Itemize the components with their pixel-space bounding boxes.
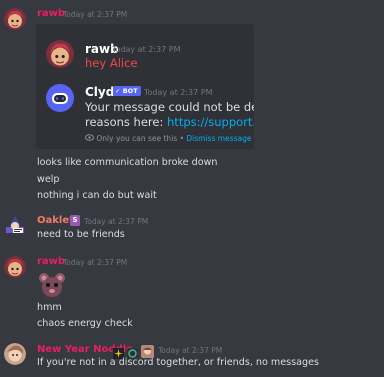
timestamp: Today at 2:37 PM <box>63 258 128 267</box>
ephemeral-notice: Only you can see this • Dismiss message <box>85 134 251 143</box>
quoted-text: hey Alice <box>85 56 138 70</box>
bot-line-2: reasons here: https://support.discord. <box>85 115 254 129</box>
server-badge-icon <box>141 343 154 358</box>
verified-check-icon: ✓ <box>115 87 121 95</box>
dismiss-message-link[interactable]: Dismiss message <box>186 134 251 143</box>
bot-line-2-prefix: reasons here: <box>85 115 168 129</box>
message-line: welp <box>37 174 60 185</box>
avatar-rawb[interactable] <box>4 256 26 278</box>
bot-line-1: Your message could not be delivered. <box>85 100 254 114</box>
bot-badge: ✓ BOT <box>113 86 141 96</box>
timestamp: Today at 2:37 PM <box>63 10 128 19</box>
message-line: If you're not in a discord together, or … <box>37 357 320 368</box>
avatar-rawb-quoted <box>46 40 74 68</box>
message-line: nothing i can do but wait <box>37 190 157 201</box>
notice-text: Only you can see this • <box>96 134 184 143</box>
timestamp: Today at 2:37 PM <box>84 217 149 226</box>
bot-timestamp: Today at 2:37 PM <box>144 88 213 97</box>
sparkle-badge-icon <box>113 344 124 359</box>
avatar-noddle[interactable] <box>4 343 26 365</box>
quoted-timestamp: Today at 2:37 PM <box>112 45 181 54</box>
username-rawb[interactable]: rawb <box>37 8 65 19</box>
username-rawb[interactable]: rawb <box>37 256 65 267</box>
message-line: chaos energy check <box>37 318 133 329</box>
timestamp: Today at 2:37 PM <box>158 346 223 355</box>
support-link[interactable]: https://support.discord. <box>167 115 254 129</box>
avatar-clyde <box>46 84 74 112</box>
avatar-oakley[interactable] <box>4 213 26 235</box>
embedded-screenshot: rawb Today at 2:37 PM hey Alice Clyde ✓ … <box>36 24 254 149</box>
avatar-rawb[interactable] <box>4 8 26 30</box>
role-badge: S <box>70 215 80 226</box>
message-line: need to be friends <box>37 229 125 240</box>
bot-badge-label: BOT <box>122 87 138 95</box>
message-line: looks like communication broke down <box>37 157 218 168</box>
eye-icon <box>85 134 94 143</box>
message-line: hmm <box>37 302 62 313</box>
rat-emoji <box>37 270 67 300</box>
nitro-badge-icon <box>127 344 138 359</box>
